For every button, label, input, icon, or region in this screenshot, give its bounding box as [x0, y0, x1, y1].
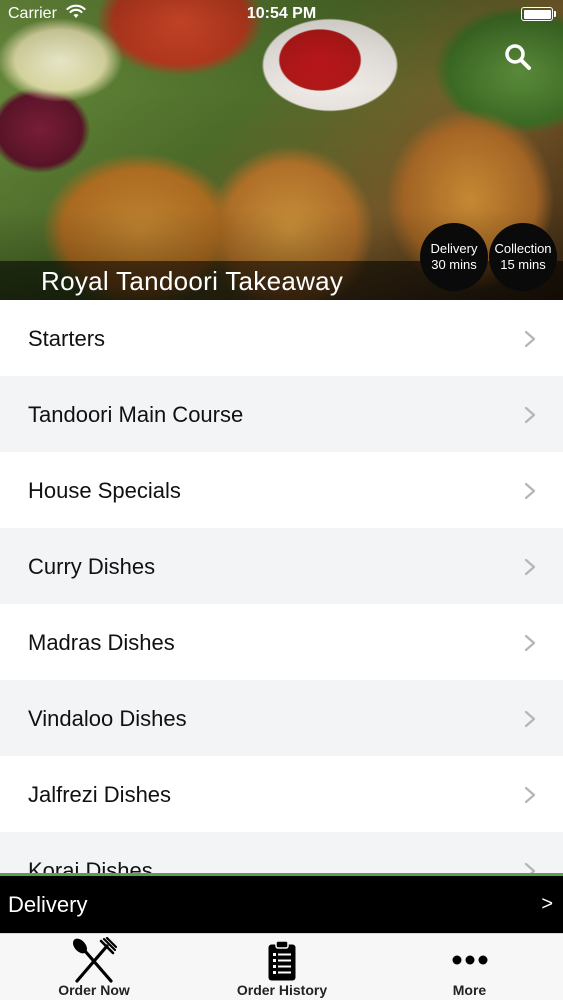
- tab-order-now[interactable]: Order Now: [0, 934, 188, 1000]
- menu-item-curry-dishes[interactable]: Curry Dishes: [0, 528, 563, 604]
- menu-item-label: Korai Dishes: [28, 858, 153, 874]
- tab-label: More: [452, 982, 487, 998]
- delivery-time-badge: Delivery 30 mins: [420, 223, 488, 291]
- tab-order-history[interactable]: Order History: [188, 934, 376, 1000]
- menu-item-label: Jalfrezi Dishes: [28, 782, 172, 807]
- tab-more[interactable]: More: [376, 934, 563, 1000]
- chevron-right-icon: [524, 634, 536, 652]
- chevron-right-icon: [524, 558, 536, 576]
- chevron-right-icon: [524, 482, 536, 500]
- menu-item-jalfrezi-dishes[interactable]: Jalfrezi Dishes: [0, 756, 563, 832]
- menu-item-vindaloo-dishes[interactable]: Vindaloo Dishes: [0, 680, 563, 756]
- menu-item-starters[interactable]: Starters: [0, 300, 563, 376]
- menu-item-madras-dishes[interactable]: Madras Dishes: [0, 604, 563, 680]
- search-icon[interactable]: [503, 42, 533, 72]
- menu-item-label: Tandoori Main Course: [28, 402, 244, 427]
- menu-item-house-specials[interactable]: House Specials: [0, 452, 563, 528]
- chevron-right-icon: [524, 406, 536, 424]
- order-mode-bar[interactable]: Delivery >: [0, 876, 563, 933]
- status-bar: Carrier 10:54 PM: [0, 0, 563, 30]
- chevron-right-icon: [524, 786, 536, 804]
- tab-label: Order History: [236, 982, 328, 998]
- battery-icon: [521, 7, 556, 21]
- menu-item-label: Curry Dishes: [28, 554, 156, 579]
- restaurant-name: Royal Tandoori Takeaway: [41, 266, 344, 296]
- menu-item-label: Starters: [28, 326, 106, 351]
- menu-item-label: Vindaloo Dishes: [28, 706, 187, 731]
- fork-knife-icon: [72, 937, 117, 983]
- delivery-badge-title: Delivery: [430, 241, 478, 256]
- clock: 10:54 PM: [246, 5, 317, 22]
- menu-item-label: House Specials: [28, 478, 181, 503]
- menu-item-label: Madras Dishes: [28, 630, 175, 655]
- menu-item-korai-dishes[interactable]: Korai Dishes: [0, 832, 563, 874]
- menu-category-list[interactable]: Starters Tandoori Main Course House Spec…: [0, 300, 563, 874]
- chevron-right-icon: [524, 330, 536, 348]
- order-mode-arrow: >: [541, 893, 553, 915]
- tab-label: Order Now: [58, 982, 130, 998]
- collection-time-badge: Collection 15 mins: [489, 223, 557, 291]
- chevron-right-icon: [524, 710, 536, 728]
- menu-item-tandoori-main-course[interactable]: Tandoori Main Course: [0, 376, 563, 452]
- clipboard-list-icon: [268, 940, 296, 981]
- more-dots-icon: [452, 955, 487, 965]
- collection-badge-time: 15 mins: [500, 257, 546, 272]
- order-mode-label: Delivery: [8, 892, 88, 917]
- delivery-badge-time: 30 mins: [431, 257, 477, 272]
- collection-badge-title: Collection: [494, 241, 552, 256]
- tab-bar: Order Now Order History More: [0, 933, 563, 1000]
